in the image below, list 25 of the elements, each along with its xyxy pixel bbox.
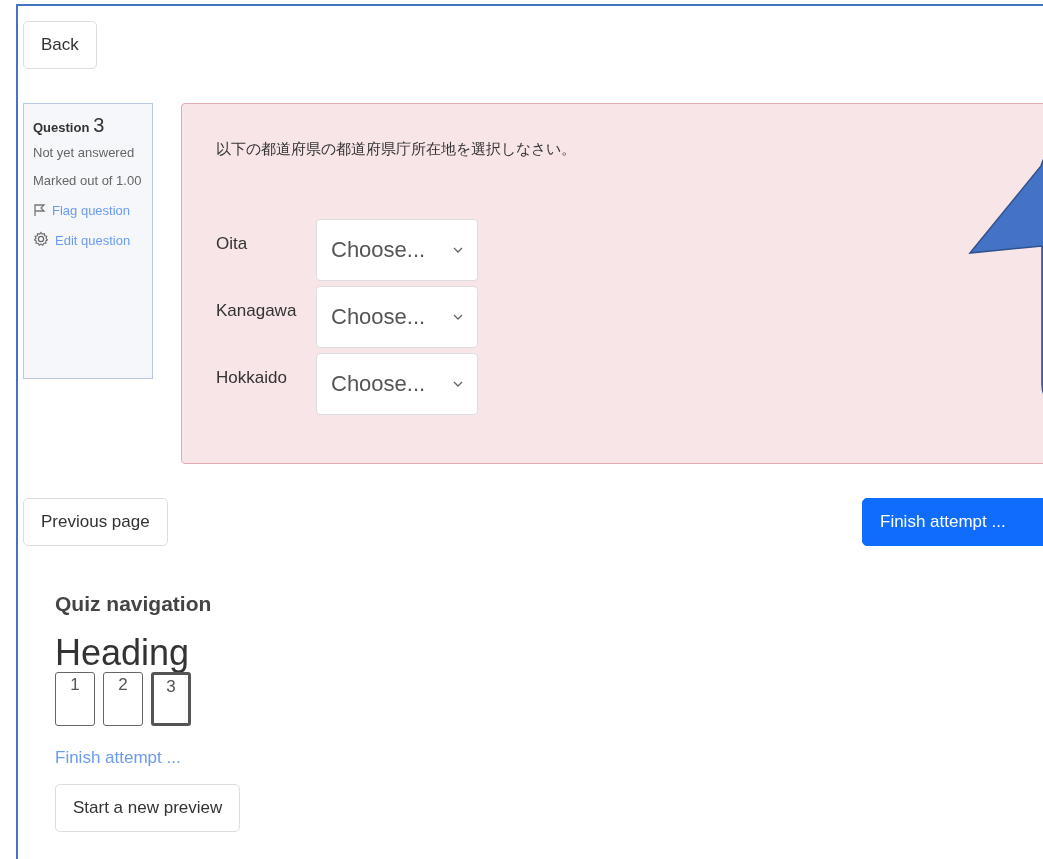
question-nav-button[interactable]: 2	[103, 672, 143, 726]
question-number: 3	[93, 114, 105, 137]
chevron-down-icon	[453, 314, 463, 320]
choose-dropdown[interactable]: Choose...	[316, 353, 478, 415]
prefecture-label: Kanagawa	[216, 300, 298, 321]
question-marks: Marked out of 1.00	[33, 172, 143, 190]
back-button[interactable]: Back	[23, 21, 97, 69]
flag-icon[interactable]	[33, 203, 46, 217]
start-new-preview-button[interactable]: Start a new preview	[55, 784, 241, 832]
quiz-navigation-title: Quiz navigation	[55, 592, 213, 616]
finish-attempt-button[interactable]: Finish attempt ...	[862, 498, 1043, 546]
heading-text: Heading	[55, 634, 191, 672]
chevron-down-icon	[453, 381, 463, 387]
question-nav-button[interactable]: 1	[55, 672, 95, 726]
question-status: Not yet answered	[33, 144, 136, 162]
question-label: Question	[33, 120, 90, 135]
previous-page-button[interactable]: Previous page	[23, 498, 168, 546]
choose-dropdown[interactable]: Choose...	[316, 286, 478, 348]
choose-dropdown[interactable]: Choose...	[316, 219, 478, 281]
prefecture-label: Oita	[216, 233, 249, 254]
question-prompt: 以下の都道府県の都道府県庁所在地を選択しなさい。	[216, 140, 577, 159]
question-nav-button[interactable]: 3	[151, 672, 191, 726]
gear-icon[interactable]	[33, 231, 49, 247]
chevron-down-icon	[453, 247, 463, 253]
prefecture-label: Hokkaido	[216, 367, 288, 388]
